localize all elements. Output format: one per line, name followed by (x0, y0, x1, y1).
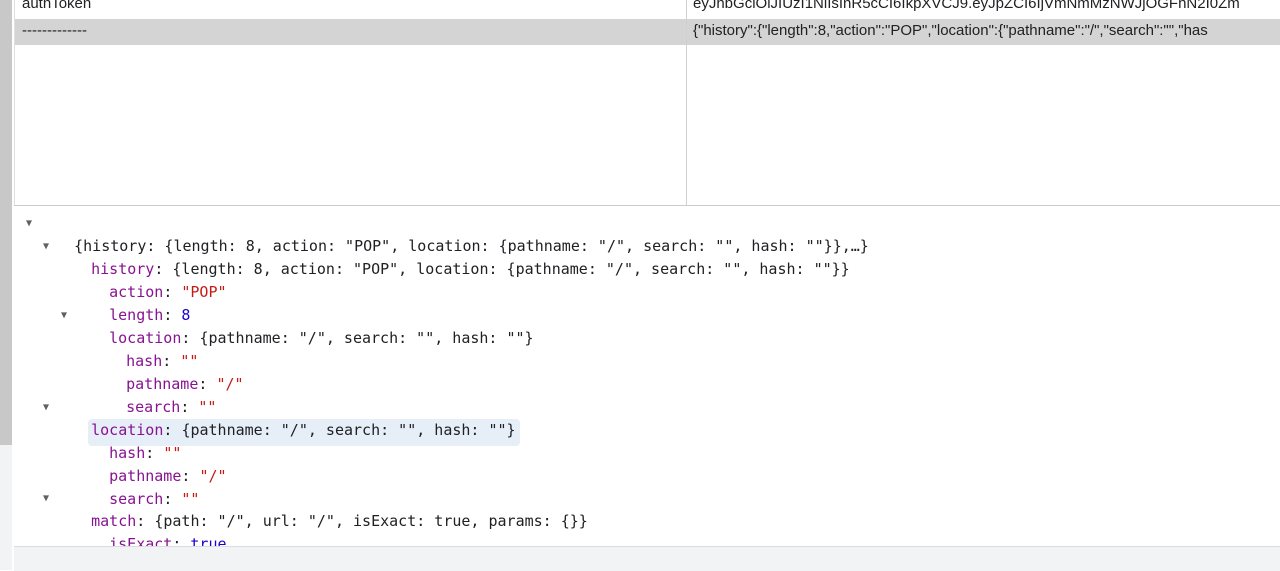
expand-triangle-icon[interactable]: ▼ (40, 487, 52, 510)
expand-triangle-icon[interactable]: ▼ (40, 396, 52, 419)
leaf-value: "/" (199, 467, 227, 485)
tree-leaf: search: "" (126, 398, 217, 416)
tree-node-match[interactable]: ▼ match: {path: "/", url: "/", isExact: t… (40, 487, 588, 530)
expand-triangle-icon[interactable]: ▼ (58, 304, 70, 327)
leaf-value: "/" (216, 375, 244, 393)
table-row[interactable]: authToken eyJhbGciOiJIUzI1NiIsInR5cCI6Ik… (15, 0, 1280, 18)
scrollbar-thumb[interactable] (0, 0, 12, 445)
left-scrollbar[interactable] (0, 0, 12, 570)
tree-node-location[interactable]: ▼ location: {pathname: "/", search: "", h… (58, 304, 534, 347)
table-row-selected[interactable]: ------------- {"history":{"length":8,"ac… (15, 19, 1280, 45)
row-value: eyJhbGciOiJIUzI1NiIsInR5cCI6IkpXVCJ9.eyJ… (693, 0, 1240, 12)
expand-triangle-icon[interactable]: ▼ (23, 212, 35, 235)
tree-leaf: params: {} (73, 533, 199, 546)
tree-root[interactable]: ▼ {history: {length: 8, action: "POP", lo… (23, 212, 869, 255)
tree-leaf: pathname: "/" (126, 375, 244, 393)
storage-table: authToken eyJhbGciOiJIUzI1NiIsInR5cCI6Ik… (14, 0, 1280, 205)
tree-node-history[interactable]: ▼ history: {length: 8, action: "POP", loc… (40, 235, 850, 278)
tree-leaf: hash: "" (126, 352, 199, 370)
tree-node-location[interactable]: ▼ location: {pathname: "/", search: "", h… (40, 396, 520, 446)
node-summary: {length: 8, action: "POP", location: {pa… (172, 260, 850, 278)
node-summary: {pathname: "/", search: "", hash: ""} (181, 421, 516, 439)
bottom-status-bar (14, 546, 1280, 571)
tree-leaf: hash: "" (109, 444, 182, 462)
row-key: ------------- (22, 22, 87, 39)
tree-leaf: action: "POP" (109, 283, 227, 301)
tree-leaf: pathname: "/" (109, 467, 227, 485)
row-key: authToken (22, 0, 92, 12)
tree-leaf: search: "" (109, 490, 200, 508)
expand-triangle-icon[interactable]: ▼ (40, 235, 52, 258)
column-divider[interactable] (686, 0, 687, 205)
node-summary: {pathname: "/", search: "", hash: ""} (199, 329, 534, 347)
row-value: {"history":{"length":8,"action":"POP","l… (693, 22, 1208, 39)
tree-leaf: length: 8 (109, 306, 191, 324)
value-preview-tree: ▼ {history: {length: 8, action: "POP", lo… (14, 206, 1280, 546)
tree-leaf: isExact: true (73, 510, 226, 546)
